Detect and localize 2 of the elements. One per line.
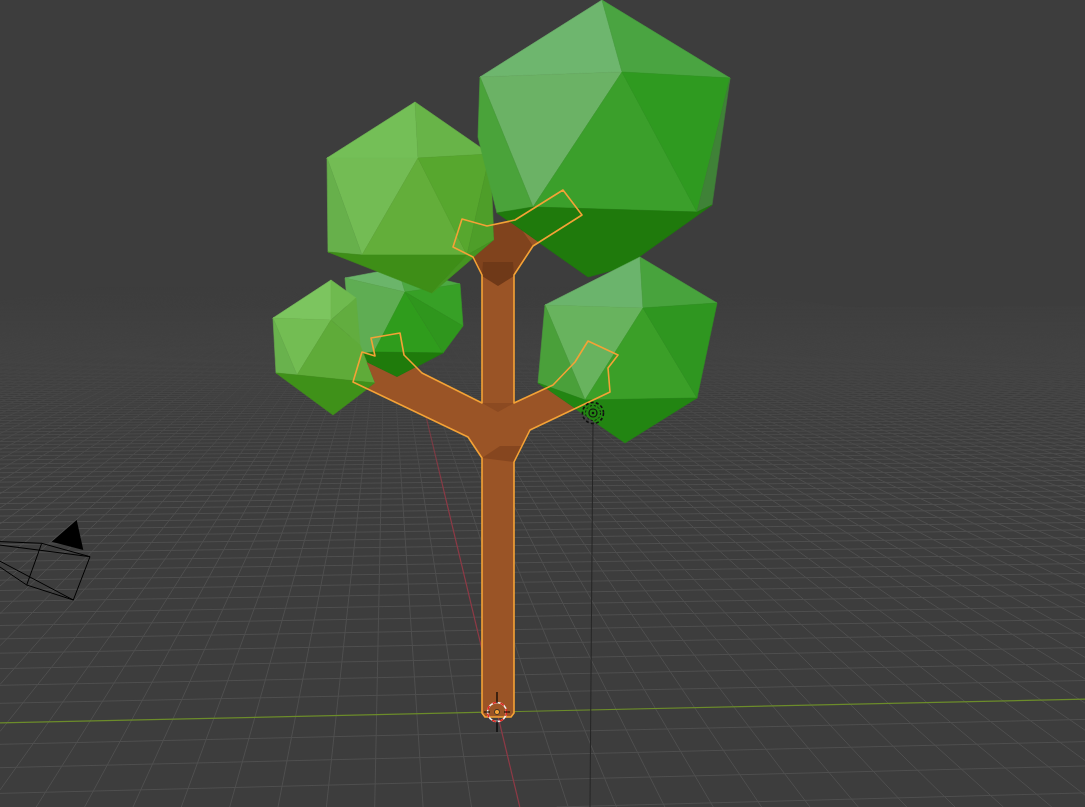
origin-dot-icon <box>494 709 500 715</box>
cursor-crosshair-icon <box>483 691 511 733</box>
